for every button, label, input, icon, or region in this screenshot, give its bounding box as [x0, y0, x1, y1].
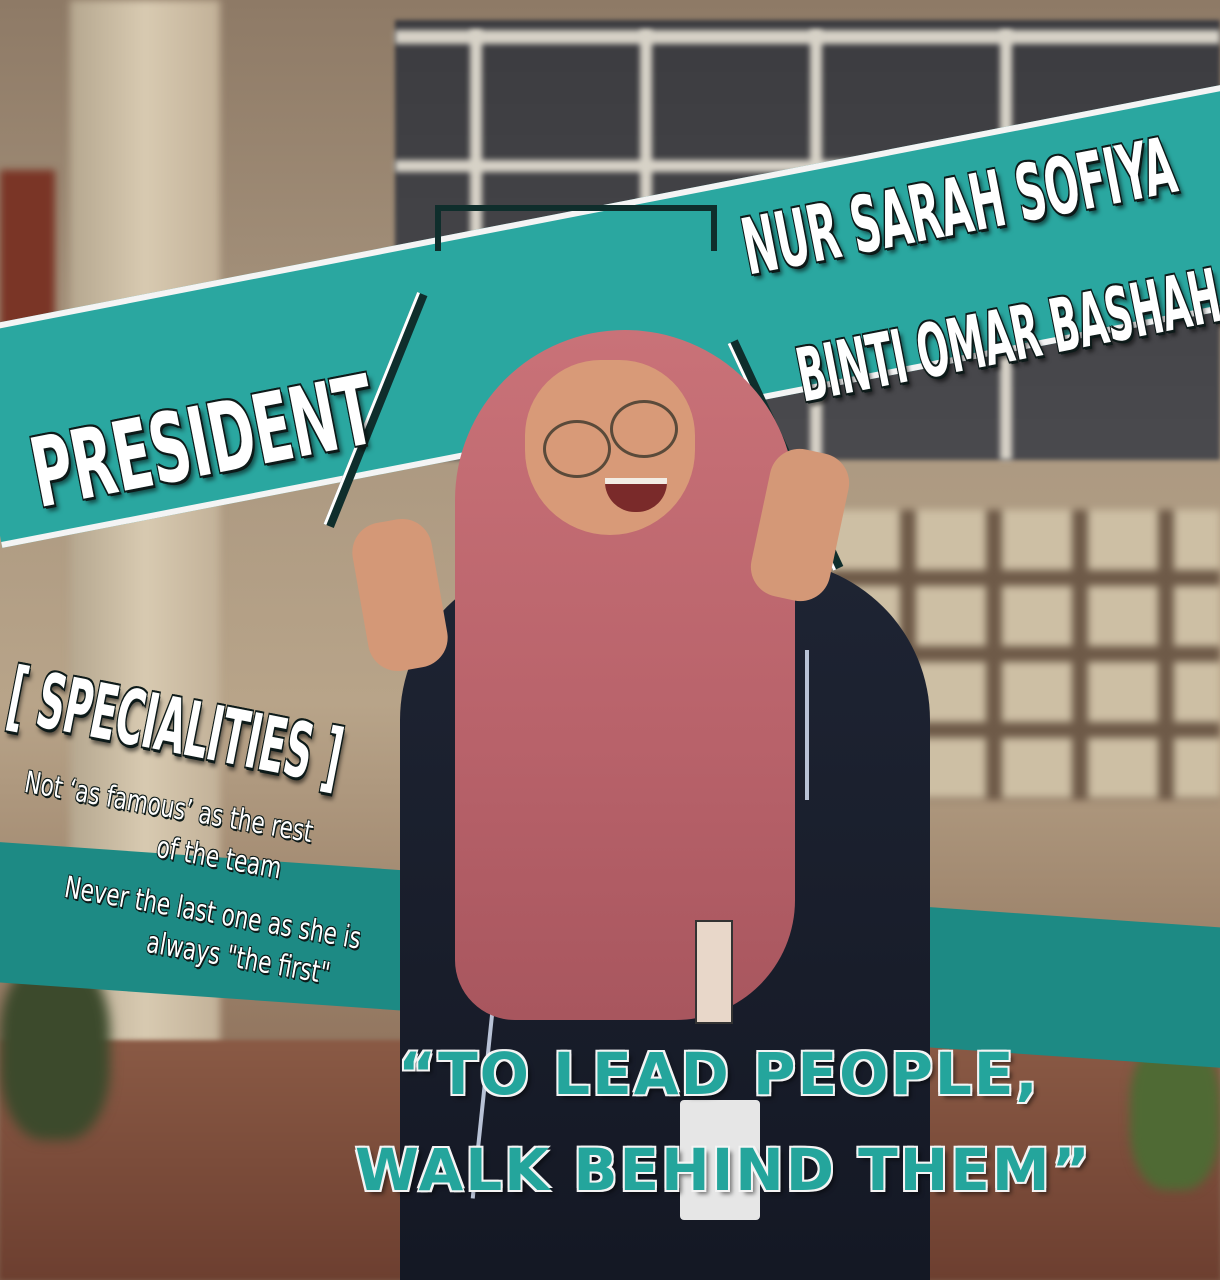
quote-line-1: “TO LEAD PEOPLE, [398, 1040, 1040, 1108]
glasses-icon [610, 400, 678, 458]
glasses-icon [543, 420, 611, 478]
blazer-piping [805, 650, 809, 800]
quote-line-2: WALK BEHIND THEM” [355, 1136, 1092, 1204]
decorative-bracket [435, 205, 717, 251]
profile-poster: PRESIDENT NUR SARAH SOFIYA BINTI OMAR BA… [0, 0, 1220, 1280]
window-frame-top [395, 30, 1220, 44]
lanyard-keychain [695, 920, 733, 1024]
